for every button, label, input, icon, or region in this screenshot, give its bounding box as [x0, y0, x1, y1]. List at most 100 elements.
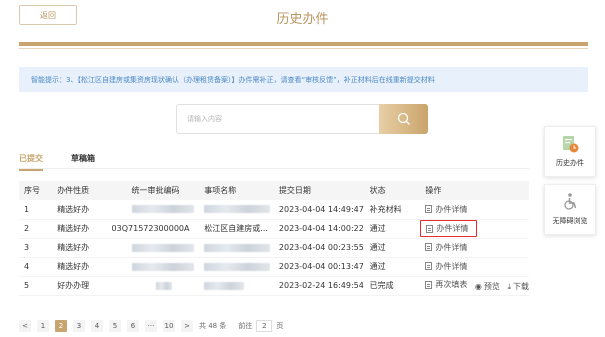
- case-detail-label: 办件详情: [436, 224, 469, 233]
- page-button-current[interactable]: 2: [55, 320, 67, 332]
- item-name-redacted: [199, 200, 274, 220]
- next-page-button[interactable]: >: [181, 320, 193, 332]
- refill-form-label: 再次填表: [435, 280, 468, 289]
- status: 通过: [364, 219, 421, 239]
- download-label: 下载: [513, 282, 529, 291]
- table-row: 3 精选好办 2023-04-04 00:23:55 通过 办件详情: [19, 238, 529, 258]
- status: 已完成: [364, 276, 421, 296]
- history-doc-icon: [563, 136, 579, 153]
- row-number: 5: [19, 276, 53, 296]
- submit-date: 2023-04-04 00:23:55: [273, 238, 365, 258]
- page-unit: 页: [276, 322, 284, 330]
- submit-date: 2023-04-04 14:49:47: [273, 200, 365, 220]
- case-detail-link[interactable]: 办件详情: [425, 242, 467, 253]
- case-type: 好办办理: [52, 276, 112, 296]
- search-input[interactable]: [176, 104, 379, 134]
- item-name: 松江区自建房或...: [199, 219, 274, 239]
- approval-code-redacted: [111, 238, 200, 258]
- goto-page-input[interactable]: 2: [256, 320, 273, 332]
- case-type: 精选好办: [52, 219, 112, 239]
- submit-date: 2023-02-24 16:49:54: [273, 276, 365, 296]
- smart-notice-banner: 智能提示：3、【松江区自建房或集资房现状确认（办理租赁备案）】办件需补正，请查看…: [19, 67, 588, 92]
- actions-cell: 再次填表 ◉ 预览 ⤓ 下载: [420, 276, 529, 296]
- page-button[interactable]: 5: [109, 320, 121, 332]
- cases-table: 序号 办件性质 统一审批编码 事项名称 提交日期 状态 操作 1 精选好办 20…: [19, 181, 529, 296]
- row-number: 3: [19, 238, 53, 258]
- total-count: 共 48 条: [199, 322, 227, 330]
- approval-code: 03Q71572300000A: [111, 219, 200, 239]
- document-icon: [425, 243, 433, 252]
- status: 通过: [364, 238, 421, 258]
- row-number: 4: [19, 257, 53, 277]
- column-header: 统一审批编码: [111, 181, 200, 200]
- search-button[interactable]: [379, 104, 428, 134]
- case-detail-label: 办件详情: [435, 261, 468, 271]
- tabs-divider: [19, 168, 529, 169]
- actions-cell: 办件详情: [420, 200, 529, 220]
- document-icon: [425, 262, 433, 271]
- accessible-browse-label: 无障碍浏览: [552, 217, 588, 225]
- column-header: 状态: [364, 181, 421, 200]
- status: 补充材料: [364, 200, 421, 220]
- actions-cell: 办件详情: [420, 257, 529, 277]
- wheelchair-icon: [564, 193, 577, 210]
- case-type: 精选好办: [52, 257, 112, 277]
- status: 通过: [364, 257, 421, 277]
- page-ellipsis[interactable]: ···: [145, 320, 157, 332]
- preview-link[interactable]: ◉ 预览: [475, 281, 500, 292]
- column-header: 提交日期: [273, 181, 365, 200]
- case-detail-link-highlighted[interactable]: 办件详情: [420, 220, 478, 237]
- table-row: 1 精选好办 2023-04-04 14:49:47 补充材料 办件详情: [19, 200, 529, 220]
- page-button[interactable]: 3: [73, 320, 85, 332]
- header-divider-line: [19, 48, 588, 49]
- document-icon: [425, 205, 433, 213]
- approval-code-redacted: [111, 257, 200, 277]
- item-name-redacted: [199, 276, 274, 296]
- case-type: 精选好办: [52, 200, 112, 220]
- page-title: 历史办件: [276, 12, 329, 27]
- column-header: 事项名称: [199, 181, 274, 200]
- history-cases-button[interactable]: 历史办件: [544, 126, 596, 177]
- case-detail-link[interactable]: 办件详情: [425, 261, 467, 272]
- submit-date: 2023-04-04 14:00:22: [273, 219, 365, 239]
- download-icon: ⤓: [507, 281, 511, 291]
- preview-label: 预览: [483, 281, 500, 291]
- case-detail-label: 办件详情: [435, 204, 468, 214]
- page-button[interactable]: 6: [127, 320, 139, 332]
- table-row: 5 好办办理 2023-02-24 16:49:54 已完成 再次填表 ◉ 预览 …: [19, 276, 529, 296]
- table-row: 2 精选好办 03Q71572300000A 松江区自建房或... 2023-0…: [19, 219, 529, 239]
- page-button[interactable]: 1: [37, 320, 49, 332]
- eye-icon: ◉: [474, 281, 482, 291]
- page-button[interactable]: 4: [91, 320, 103, 332]
- approval-code-redacted: [111, 200, 200, 220]
- table-row: 4 精选好办 2023-04-04 00:13:47 通过 办件详情: [19, 257, 529, 277]
- row-number: 2: [19, 219, 53, 239]
- row-number: 1: [19, 200, 53, 220]
- notice-text: 智能提示：3、【松江区自建房或集资房现状确认（办理租赁备案）】办件需补正，请查看…: [31, 75, 435, 84]
- search-icon: [397, 112, 410, 125]
- column-header: 操作: [420, 181, 529, 200]
- submit-date: 2023-04-04 00:13:47: [273, 257, 365, 277]
- header-divider: [19, 42, 588, 46]
- pagination: < 1 2 3 4 5 6 ··· 10 > 共 48 条 前往 2 页: [19, 320, 283, 332]
- refill-form-link[interactable]: 再次填表: [425, 279, 467, 290]
- document-icon: [426, 224, 434, 233]
- document-icon: [425, 280, 433, 289]
- case-type: 精选好办: [52, 238, 112, 258]
- approval-code-redacted: [111, 276, 200, 296]
- actions-cell: 办件详情: [420, 238, 529, 258]
- item-name-redacted: [199, 257, 274, 277]
- accessible-browse-button[interactable]: 无障碍浏览: [544, 184, 596, 235]
- case-detail-link[interactable]: 办件详情: [425, 204, 467, 215]
- history-cases-label: 历史办件: [556, 159, 584, 167]
- prev-page-button[interactable]: <: [19, 320, 31, 332]
- search-bar: [176, 104, 428, 134]
- actions-cell: 办件详情: [420, 219, 529, 239]
- column-header: 办件性质: [52, 181, 112, 200]
- table-header-row: 序号 办件性质 统一审批编码 事项名称 提交日期 状态 操作: [19, 181, 529, 200]
- column-header: 序号: [19, 181, 53, 200]
- goto-label: 前往: [238, 322, 253, 330]
- page-button[interactable]: 10: [163, 320, 175, 332]
- case-detail-label: 办件详情: [435, 242, 468, 252]
- download-link[interactable]: ⤓ 下载: [507, 281, 529, 292]
